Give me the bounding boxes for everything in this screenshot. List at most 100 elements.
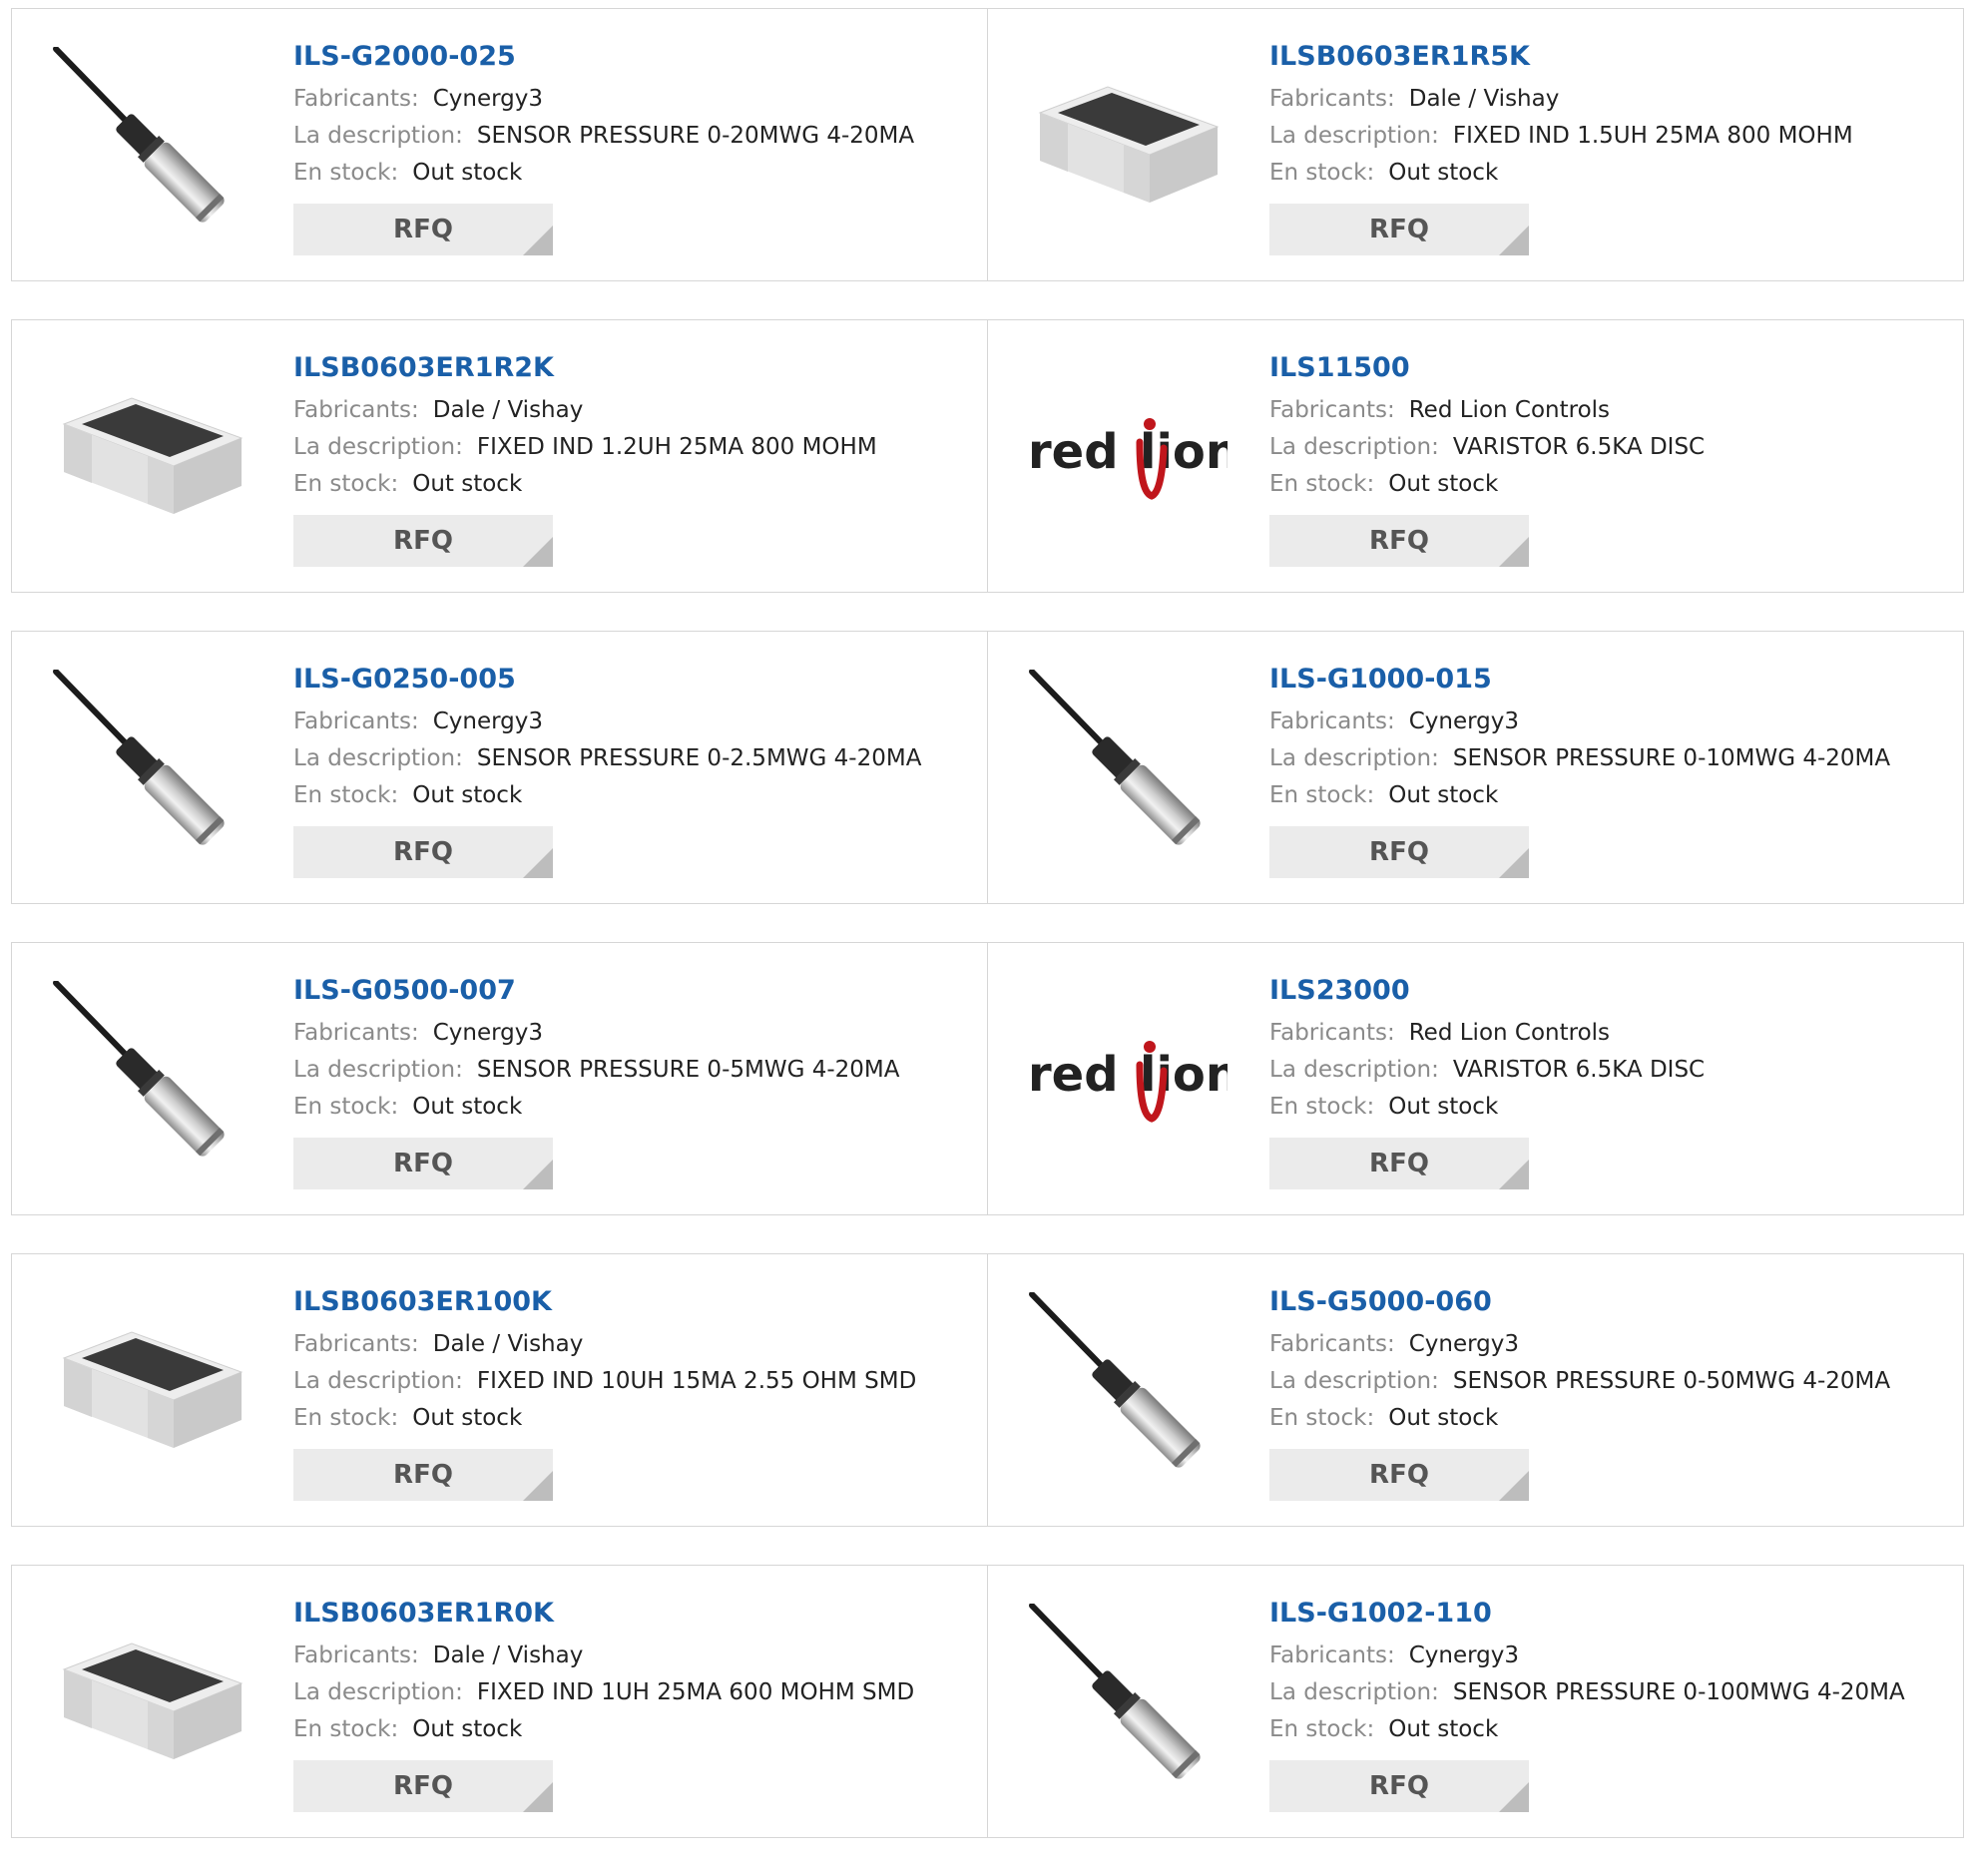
rfq-label: RFQ [1369, 1460, 1429, 1490]
part-number-link[interactable]: ILSB0603ER100K [293, 1284, 916, 1320]
corner-triangle-icon [523, 226, 553, 255]
product-info: ILS-G5000-060 Fabricants: Cynergy3 La des… [1269, 1284, 1890, 1501]
description-label: La description: [293, 434, 463, 460]
manufacturer-label: Fabricants: [293, 397, 419, 423]
red-lion-logo[interactable]: red lion [1028, 981, 1228, 1180]
corner-triangle-icon [1499, 1782, 1529, 1812]
product-info: ILS-G1002-110 Fabricants: Cynergy3 La des… [1269, 1596, 1905, 1812]
pressure-sensor-image[interactable] [1028, 1292, 1228, 1492]
part-number-link[interactable]: ILSB0603ER1R0K [293, 1596, 914, 1632]
smd-inductor-image[interactable] [52, 1604, 251, 1803]
stock-value: Out stock [412, 1716, 523, 1742]
rfq-label: RFQ [1369, 837, 1429, 867]
product-card: red lion ILS11500 Fabricants: Red Lion Con… [987, 320, 1963, 592]
pressure-sensor-image[interactable] [52, 670, 251, 869]
manufacturer-row: Fabricants: Cynergy3 [293, 704, 921, 740]
rfq-button[interactable]: RFQ [1269, 1138, 1529, 1189]
part-number-link[interactable]: ILS-G0250-005 [293, 662, 921, 698]
rfq-label: RFQ [393, 526, 453, 556]
manufacturer-row: Fabricants: Cynergy3 [1269, 704, 1890, 740]
pressure-sensor-image[interactable] [52, 981, 251, 1180]
description-row: La description: FIXED IND 1UH 25MA 600 MO… [293, 1674, 914, 1711]
smd-inductor-image[interactable] [1028, 47, 1228, 246]
corner-triangle-icon [1499, 226, 1529, 255]
stock-row: En stock: Out stock [1269, 1400, 1890, 1437]
rfq-button[interactable]: RFQ [1269, 1760, 1529, 1812]
product-card: ILS-G0250-005 Fabricants: Cynergy3 La des… [12, 632, 987, 903]
manufacturer-label: Fabricants: [1269, 1331, 1395, 1357]
stock-row: En stock: Out stock [293, 1711, 914, 1748]
corner-triangle-icon [523, 1160, 553, 1189]
description-value: SENSOR PRESSURE 0-10MWG 4-20MA [1452, 745, 1891, 771]
rfq-button[interactable]: RFQ [293, 1760, 553, 1812]
stock-row: En stock: Out stock [293, 155, 914, 192]
manufacturer-row: Fabricants: Cynergy3 [1269, 1638, 1905, 1674]
part-number-link[interactable]: ILSB0603ER1R2K [293, 350, 877, 386]
product-row: ILS-G0500-007 Fabricants: Cynergy3 La des… [11, 942, 1964, 1215]
stock-label: En stock: [293, 1094, 399, 1120]
description-row: La description: FIXED IND 1.5UH 25MA 800 … [1269, 118, 1853, 155]
description-value: SENSOR PRESSURE 0-20MWG 4-20MA [476, 123, 915, 149]
pressure-sensor-image[interactable] [1028, 1604, 1228, 1803]
part-number-link[interactable]: ILS-G1002-110 [1269, 1596, 1905, 1632]
smd-inductor-image[interactable] [52, 358, 251, 558]
description-value: FIXED IND 1.2UH 25MA 800 MOHM [476, 434, 877, 460]
pressure-sensor-image[interactable] [52, 47, 251, 246]
stock-value: Out stock [412, 160, 523, 186]
stock-value: Out stock [412, 782, 523, 808]
part-number-link[interactable]: ILS11500 [1269, 350, 1705, 386]
rfq-button[interactable]: RFQ [293, 1449, 553, 1501]
manufacturer-label: Fabricants: [293, 1642, 419, 1668]
part-number-link[interactable]: ILS-G1000-015 [1269, 662, 1890, 698]
rfq-button[interactable]: RFQ [293, 826, 553, 878]
product-card: ILS-G0500-007 Fabricants: Cynergy3 La des… [12, 943, 987, 1214]
stock-row: En stock: Out stock [1269, 466, 1705, 503]
corner-triangle-icon [523, 1471, 553, 1501]
rfq-label: RFQ [1369, 215, 1429, 244]
rfq-button[interactable]: RFQ [293, 515, 553, 567]
description-value: SENSOR PRESSURE 0-5MWG 4-20MA [476, 1057, 900, 1083]
description-value: SENSOR PRESSURE 0-2.5MWG 4-20MA [476, 745, 922, 771]
product-row: ILSB0603ER1R2K Fabricants: Dale / Vishay … [11, 319, 1964, 593]
rfq-button[interactable]: RFQ [1269, 515, 1529, 567]
manufacturer-row: Fabricants: Red Lion Controls [1269, 1015, 1705, 1052]
rfq-button[interactable]: RFQ [1269, 1449, 1529, 1501]
part-number-link[interactable]: ILS-G0500-007 [293, 973, 900, 1009]
rfq-button[interactable]: RFQ [293, 1138, 553, 1189]
product-card: red lion ILS23000 Fabricants: Red Lion Con… [987, 943, 1963, 1214]
stock-row: En stock: Out stock [1269, 1711, 1905, 1748]
part-number-link[interactable]: ILS-G2000-025 [293, 39, 914, 75]
rfq-button[interactable]: RFQ [293, 204, 553, 255]
pressure-sensor-image[interactable] [1028, 670, 1228, 869]
stock-row: En stock: Out stock [293, 777, 921, 814]
svg-text:lion: lion [1140, 1047, 1228, 1103]
product-card: ILSB0603ER1R2K Fabricants: Dale / Vishay … [12, 320, 987, 592]
product-info: ILSB0603ER1R0K Fabricants: Dale / Vishay … [293, 1596, 914, 1812]
rfq-label: RFQ [1369, 1771, 1429, 1801]
part-number-link[interactable]: ILSB0603ER1R5K [1269, 39, 1853, 75]
manufacturer-label: Fabricants: [293, 708, 419, 734]
stock-row: En stock: Out stock [293, 1400, 916, 1437]
stock-value: Out stock [1388, 471, 1499, 497]
description-row: La description: FIXED IND 1.2UH 25MA 800 … [293, 429, 877, 466]
red-lion-logo[interactable]: red lion [1028, 358, 1228, 558]
rfq-button[interactable]: RFQ [1269, 204, 1529, 255]
rfq-label: RFQ [393, 1460, 453, 1490]
stock-label: En stock: [1269, 1094, 1375, 1120]
product-info: ILS-G1000-015 Fabricants: Cynergy3 La des… [1269, 662, 1890, 878]
stock-value: Out stock [1388, 1405, 1499, 1431]
rfq-label: RFQ [1369, 526, 1429, 556]
smd-inductor-image[interactable] [52, 1292, 251, 1492]
corner-triangle-icon [1499, 1160, 1529, 1189]
part-number-link[interactable]: ILS-G5000-060 [1269, 1284, 1890, 1320]
corner-triangle-icon [523, 537, 553, 567]
rfq-button[interactable]: RFQ [1269, 826, 1529, 878]
manufacturer-value: Cynergy3 [1408, 1331, 1520, 1357]
manufacturer-row: Fabricants: Cynergy3 [293, 1015, 900, 1052]
manufacturer-label: Fabricants: [293, 86, 419, 112]
description-row: La description: SENSOR PRESSURE 0-5MWG 4-… [293, 1052, 900, 1089]
rfq-label: RFQ [393, 837, 453, 867]
part-number-link[interactable]: ILS23000 [1269, 973, 1705, 1009]
description-label: La description: [293, 1679, 463, 1705]
manufacturer-value: Cynergy3 [432, 1020, 544, 1046]
